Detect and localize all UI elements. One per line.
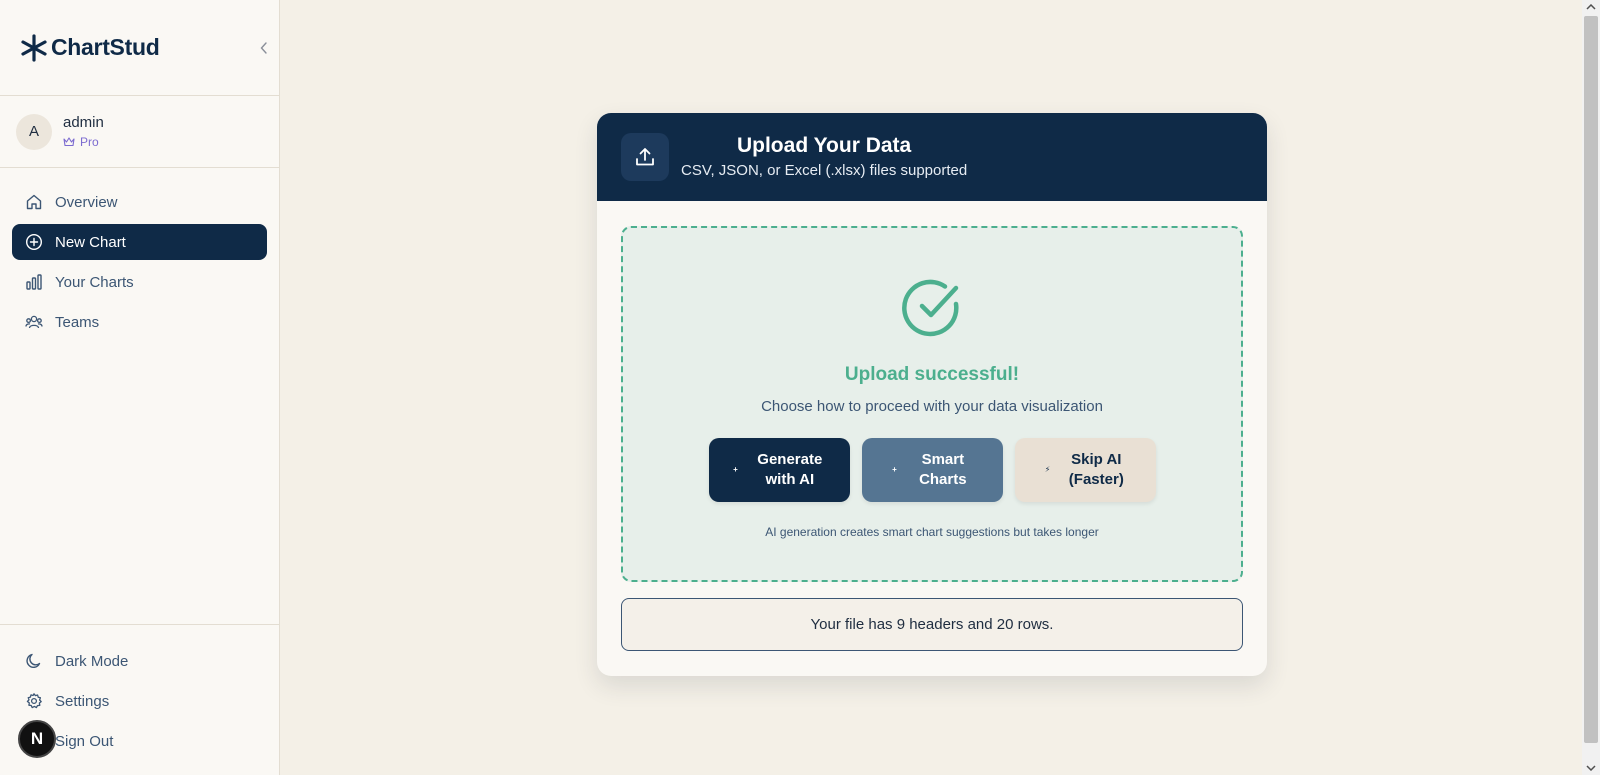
upload-dropzone[interactable]: Upload successful! Choose how to proceed… <box>621 226 1243 582</box>
users-icon <box>25 315 43 329</box>
scroll-down-button[interactable] <box>1582 761 1600 775</box>
ai-note: AI generation creates smart chart sugges… <box>765 525 1099 539</box>
lightning-icon: ⚡ <box>1044 465 1051 474</box>
success-subtitle: Choose how to proceed with your data vis… <box>761 398 1103 415</box>
avatar: A <box>16 113 52 150</box>
nav-item-label: Sign Out <box>55 732 114 750</box>
upload-subtitle: CSV, JSON, or Excel (.xlsx) files suppor… <box>681 162 968 179</box>
nav-item-label: Teams <box>55 313 100 331</box>
home-icon <box>26 194 42 210</box>
nav-item-label: Your Charts <box>55 273 134 291</box>
moon-icon <box>26 653 41 668</box>
action-buttons: + Generate with AI + Smart Charts ⚡ Skip… <box>709 438 1168 502</box>
nav-item-label: Settings <box>55 692 110 710</box>
upload-title: Upload Your Data <box>736 134 912 157</box>
file-info-box: Your file has 9 headers and 20 rows. <box>621 598 1243 651</box>
brand-name: ChartStud <box>51 34 160 60</box>
plus-circle-icon <box>25 233 43 251</box>
bar-chart-icon <box>26 274 42 290</box>
sparkle-icon: + <box>733 465 738 474</box>
nav-item-overview[interactable]: Overview <box>12 184 267 220</box>
chevron-left-icon <box>260 42 267 54</box>
upload-icon <box>636 148 654 166</box>
asterisk-logo-icon <box>21 33 47 62</box>
user-profile[interactable]: A admin Pro <box>0 96 279 168</box>
upload-icon-box <box>621 133 669 181</box>
collapse-sidebar-button[interactable] <box>257 38 271 58</box>
chevron-up-icon <box>1586 4 1596 10</box>
sparkle-icon: + <box>892 465 897 474</box>
smart-charts-label: Smart Charts <box>919 451 967 488</box>
nav-item-settings[interactable]: Settings <box>12 683 268 719</box>
nav-item-label: Dark Mode <box>55 652 129 670</box>
success-title: Upload successful! <box>844 364 1020 385</box>
nav-item-dark-mode[interactable]: Dark Mode <box>12 643 268 679</box>
chevron-down-icon <box>1586 765 1596 771</box>
generate-with-ai-label: Generate with AI <box>757 451 823 488</box>
nav-item-label: New Chart <box>55 233 126 251</box>
next-dev-badge[interactable]: N <box>18 720 56 758</box>
skip-ai-button[interactable]: ⚡ Skip AI (Faster) <box>1015 438 1156 502</box>
brand: ChartStud <box>0 0 279 96</box>
nav-item-label: Overview <box>55 193 118 211</box>
scroll-thumb[interactable] <box>1584 16 1598 743</box>
upload-card-header: Upload Your Data CSV, JSON, or Excel (.x… <box>597 113 1267 201</box>
gear-icon <box>26 693 42 709</box>
smart-charts-button[interactable]: + Smart Charts <box>862 438 1003 502</box>
plan-badge: Pro <box>63 135 104 149</box>
nav-item-new-chart[interactable]: New Chart <box>12 224 267 260</box>
upload-card: Upload Your Data CSV, JSON, or Excel (.x… <box>597 113 1267 676</box>
sidebar: ChartStud A admin Pro Overview New Chart… <box>0 0 280 775</box>
nav-item-teams[interactable]: Teams <box>12 304 267 340</box>
skip-ai-label: Skip AI (Faster) <box>1068 451 1124 488</box>
user-name: admin <box>63 114 104 131</box>
generate-with-ai-button[interactable]: + Generate with AI <box>709 438 850 502</box>
nav-item-your-charts[interactable]: Your Charts <box>12 264 267 300</box>
plan-label: Pro <box>80 135 99 149</box>
main-nav: Overview New Chart Your Charts Teams <box>0 168 279 340</box>
scroll-up-button[interactable] <box>1582 0 1600 14</box>
check-circle-icon <box>902 279 959 337</box>
page-scrollbar[interactable] <box>1582 0 1600 775</box>
crown-icon <box>63 137 75 147</box>
